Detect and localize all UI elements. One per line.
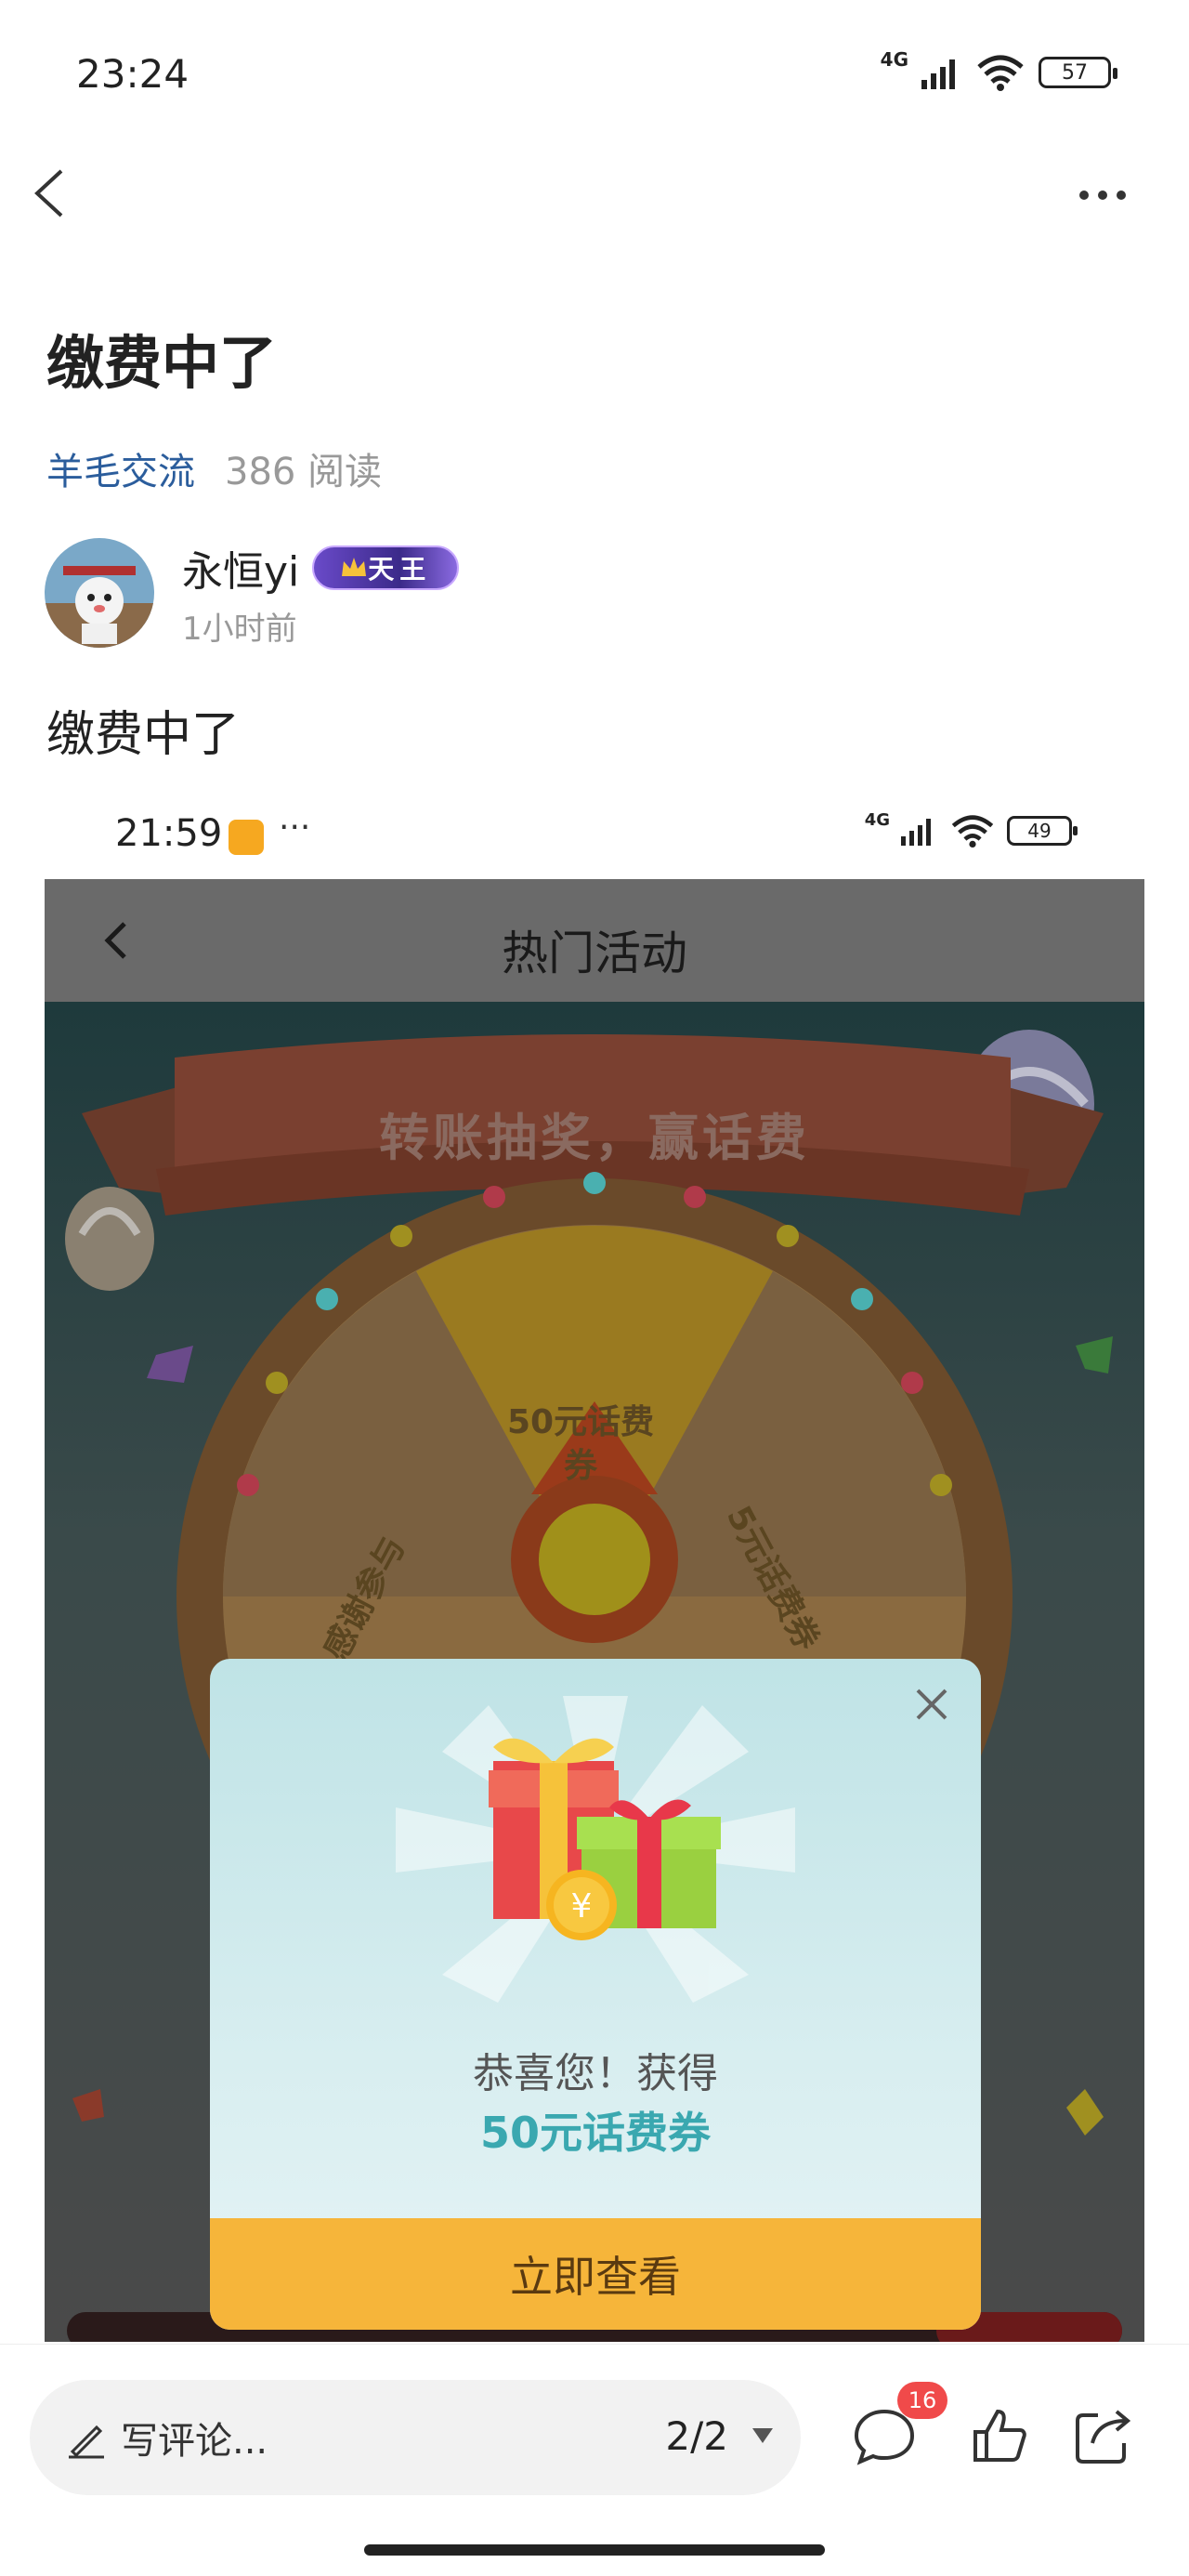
home-indicator[interactable] bbox=[364, 2544, 825, 2556]
avatar[interactable] bbox=[45, 538, 154, 648]
comment-placeholder: 写评论... bbox=[121, 2420, 268, 2463]
caret-down-icon[interactable] bbox=[751, 2426, 775, 2445]
like-icon[interactable] bbox=[966, 2402, 1033, 2469]
battery-icon: 57 bbox=[1039, 57, 1117, 88]
post-title: 缴费中了 bbox=[46, 329, 278, 397]
wheel-segment-50: 50元话费 券 bbox=[507, 1403, 655, 1485]
embedded-status-time: 21:59 bbox=[115, 812, 223, 855]
embedded-battery-level: 49 bbox=[1027, 820, 1052, 842]
prize-modal: ¥ 恭喜您！获得 50元话费券 立即查看 bbox=[210, 1659, 981, 2330]
comment-input[interactable]: 写评论... 2/2 bbox=[30, 2380, 801, 2495]
post-image[interactable]: 21:59 ··· 4G 49 热门活动 转账抽奖，赢话费 50元话费 券 5元… bbox=[45, 790, 1144, 2342]
activity-header: 热门活动 bbox=[45, 879, 1144, 1002]
status-icons: 4G 57 bbox=[881, 48, 1117, 91]
prize-message: 恭喜您！获得 bbox=[473, 2050, 718, 2097]
svg-text:¥: ¥ bbox=[571, 1887, 593, 1925]
page-indicator[interactable]: 2/2 bbox=[665, 2413, 728, 2459]
share-icon[interactable] bbox=[1070, 2402, 1137, 2469]
wifi-icon bbox=[977, 55, 1024, 91]
activity-banner-text: 转账抽奖，赢话费 bbox=[379, 1109, 810, 1167]
signal-icon bbox=[921, 59, 955, 89]
author-level-badge: 天王 bbox=[312, 545, 460, 590]
author-row[interactable]: 永恒yi 天王 1小时前 bbox=[45, 537, 460, 649]
pen-icon bbox=[69, 2425, 104, 2459]
author-name[interactable]: 永恒yi bbox=[182, 538, 299, 598]
gift-icon: ¥ bbox=[396, 1696, 795, 2003]
status-time: 23:24 bbox=[76, 51, 189, 97]
crown-icon bbox=[342, 557, 367, 576]
embedded-status-bar: 21:59 ··· 4G 49 bbox=[45, 790, 1144, 879]
battery-level: 57 bbox=[1062, 60, 1088, 85]
more-dots-icon: ··· bbox=[279, 808, 311, 847]
more-options-icon[interactable] bbox=[1079, 181, 1144, 209]
status-bar: 23:24 4G 57 bbox=[0, 0, 1189, 158]
view-now-button[interactable]: 立即查看 bbox=[210, 2218, 981, 2330]
close-icon[interactable] bbox=[908, 1681, 955, 1728]
network-label: 4G bbox=[880, 48, 908, 71]
read-count: 386 阅读 bbox=[225, 451, 383, 493]
wifi-icon bbox=[951, 815, 994, 848]
embedded-network-label: 4G bbox=[864, 809, 890, 830]
post-meta: 羊毛交流 386 阅读 bbox=[46, 441, 382, 495]
bottom-action-bar: 写评论... 2/2 16 bbox=[0, 2344, 1189, 2576]
back-arrow-icon[interactable] bbox=[26, 165, 82, 221]
activity-title: 热门活动 bbox=[502, 927, 687, 980]
prize-name: 50元话费券 bbox=[479, 2108, 711, 2158]
battery-icon: 49 bbox=[1007, 816, 1078, 846]
embedded-status-icons: 4G 49 bbox=[865, 810, 1078, 848]
notification-icon bbox=[229, 820, 264, 855]
comment-count-badge: 16 bbox=[897, 2382, 947, 2419]
badge-label: 天王 bbox=[368, 553, 432, 585]
channel-link[interactable]: 羊毛交流 bbox=[46, 441, 195, 495]
post-body: 缴费中了 bbox=[46, 707, 241, 763]
post-time: 1小时前 bbox=[182, 610, 297, 648]
signal-icon bbox=[901, 819, 931, 846]
